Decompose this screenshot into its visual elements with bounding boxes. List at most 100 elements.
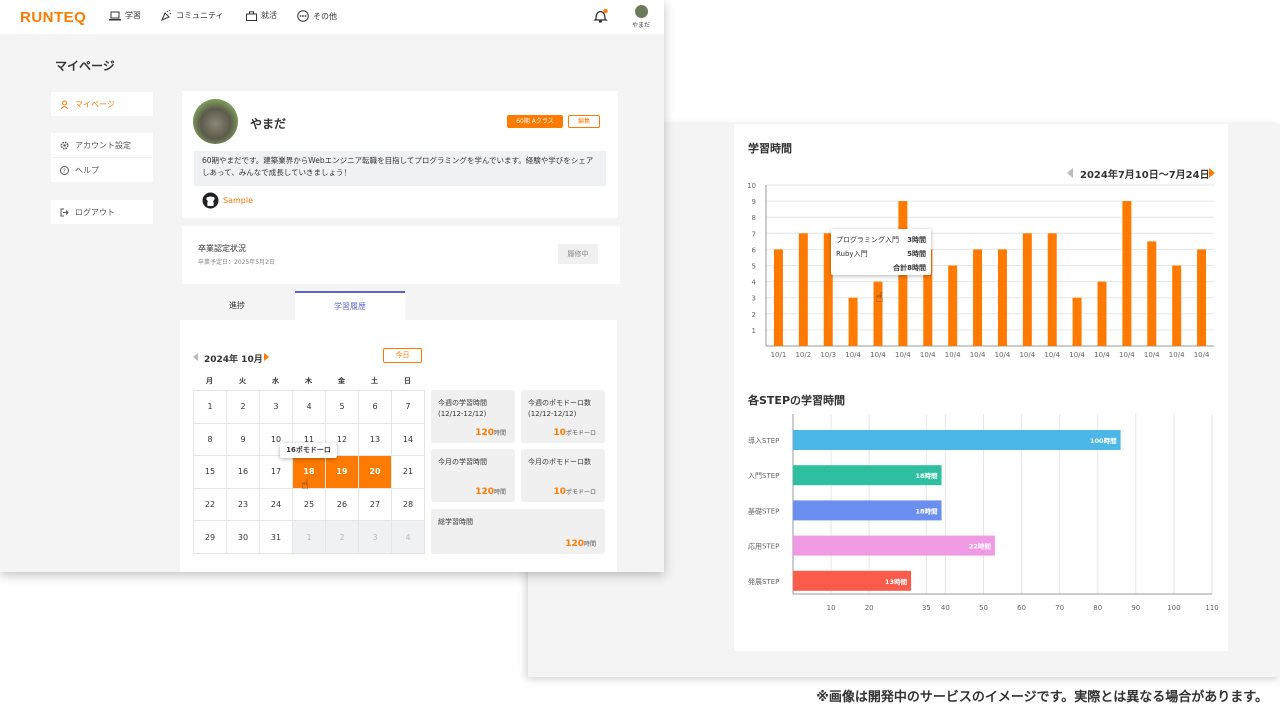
- day-cell[interactable]: 6: [358, 390, 392, 424]
- day-cell[interactable]: 13: [358, 422, 392, 457]
- y-tick-label: 基礎STEP: [748, 506, 779, 515]
- logo[interactable]: RUNTEQ: [20, 9, 86, 26]
- top-bar: RUNTEQ 学習 コミュニティ 就活 その他 やまだ: [0, 0, 664, 34]
- x-tick-label: 10/1: [771, 351, 787, 359]
- stat-total-time: 総学習時間 120時間: [431, 509, 605, 554]
- y-tick-label: 4: [752, 279, 757, 287]
- cursor-icon: ☝: [875, 290, 884, 306]
- stat-label: 今週のポモドーロ数: [528, 399, 591, 407]
- x-tick-label: 10/4: [945, 351, 961, 359]
- day-cell-highlight[interactable]: 20: [358, 455, 392, 489]
- y-tick-label: 9: [752, 198, 756, 206]
- day-cell-next-month[interactable]: 1: [292, 520, 326, 554]
- tooltip-row-2-name: Ruby入門: [836, 250, 868, 258]
- tab-progress[interactable]: 進捗: [182, 291, 292, 320]
- svg-text:?: ?: [63, 168, 66, 175]
- day-cell[interactable]: 16: [226, 455, 260, 489]
- tab-history[interactable]: 学習履歴: [295, 291, 405, 320]
- day-cell[interactable]: 8: [193, 422, 227, 457]
- dow-sun: 日: [404, 377, 411, 385]
- day-cell-highlight[interactable]: 18: [292, 455, 326, 489]
- cursor-icon: ☝: [301, 478, 309, 493]
- x-tick-label: 20: [865, 604, 874, 612]
- bar: [997, 249, 1007, 346]
- x-tick-label: 10/4: [995, 351, 1011, 359]
- day-cell-highlight[interactable]: 19: [325, 455, 359, 489]
- day-cell[interactable]: 9: [226, 422, 260, 457]
- stat-unit: 時間: [493, 430, 506, 437]
- day-cell[interactable]: 29: [193, 520, 227, 554]
- day-cell[interactable]: 22: [193, 487, 227, 522]
- day-cell[interactable]: 26: [325, 487, 359, 522]
- sidebar-item-help[interactable]: ? ヘルプ: [51, 158, 153, 182]
- nav-community[interactable]: コミュニティ: [161, 10, 224, 21]
- github-icon[interactable]: [202, 192, 219, 213]
- day-cell[interactable]: 15: [193, 455, 227, 489]
- x-tick-label: 100: [1167, 604, 1180, 612]
- stat-value: 120: [475, 487, 494, 497]
- stat-unit: ポモドーロ: [565, 489, 596, 496]
- bell-icon[interactable]: [593, 8, 608, 28]
- range-prev-button[interactable]: [1067, 168, 1073, 178]
- sidebar-item-mypage[interactable]: マイページ: [51, 92, 153, 116]
- x-tick-label: 10/4: [1119, 351, 1135, 359]
- today-button[interactable]: 今日: [383, 348, 422, 363]
- y-tick-label: 2: [752, 311, 756, 319]
- stat-sub: (12/12-12/12): [528, 410, 577, 418]
- day-cell[interactable]: 28: [391, 487, 425, 522]
- day-cell[interactable]: 2: [226, 390, 260, 424]
- briefcase-icon: [246, 10, 257, 21]
- sidebar-item-account[interactable]: アカウント設定: [51, 133, 153, 157]
- month-prev-button[interactable]: [193, 353, 198, 361]
- day-cell[interactable]: 5: [325, 390, 359, 424]
- github-link[interactable]: Sample: [223, 196, 253, 205]
- day-cell[interactable]: 3: [259, 390, 293, 424]
- day-cell[interactable]: 14: [391, 422, 425, 457]
- day-cell[interactable]: 4: [292, 390, 326, 424]
- sidebar-item-logout[interactable]: ログアウト: [51, 200, 153, 224]
- stat-label: 今月の学習時間: [438, 458, 487, 466]
- graduation-title: 卒業認定状況: [198, 244, 246, 253]
- profile-name: やまだ: [250, 117, 287, 131]
- day-cell[interactable]: 30: [226, 520, 260, 554]
- bar: [1072, 297, 1082, 346]
- avatar[interactable]: [635, 5, 648, 18]
- x-tick-label: 10/4: [1169, 351, 1185, 359]
- nav-study[interactable]: 学習: [109, 10, 141, 21]
- dow-fri: 金: [338, 377, 345, 385]
- day-cell-next-month[interactable]: 3: [358, 520, 392, 554]
- day-cell[interactable]: 7: [391, 390, 425, 424]
- stat-label: 今月のポモドーロ数: [528, 458, 591, 466]
- x-tick-label: 35: [922, 604, 931, 612]
- dow-mon: 月: [206, 377, 213, 385]
- x-tick-label: 10/4: [920, 351, 936, 359]
- day-cell-next-month[interactable]: 4: [391, 520, 425, 554]
- day-cell[interactable]: 1: [193, 390, 227, 424]
- day-cell[interactable]: 24: [259, 487, 293, 522]
- logout-icon: [60, 208, 69, 216]
- nav-more[interactable]: その他: [297, 10, 337, 22]
- day-cell[interactable]: 21: [391, 455, 425, 489]
- day-cell[interactable]: 17: [259, 455, 293, 489]
- day-cell-next-month[interactable]: 2: [325, 520, 359, 554]
- bar: [793, 535, 995, 556]
- profile-bio: 60期やまだです。建築業界からWebエンジニア転職を目指してプログラミングを学ん…: [194, 151, 606, 186]
- stat-label: 今週の学習時間: [438, 399, 487, 407]
- day-cell[interactable]: 23: [226, 487, 260, 522]
- x-tick-label: 10/2: [795, 351, 811, 359]
- data-label: 100時間: [1090, 436, 1117, 445]
- month-next-button[interactable]: [264, 353, 269, 361]
- y-tick-label: 応用STEP: [748, 542, 779, 551]
- profile-avatar: [193, 99, 238, 144]
- edit-button[interactable]: 編集: [568, 115, 600, 128]
- x-tick-label: 10/4: [970, 351, 986, 359]
- graduation-date: 卒業予定日：2025年5月2日: [198, 259, 275, 266]
- day-cell[interactable]: 25: [292, 487, 326, 522]
- range-next-button[interactable]: [1209, 168, 1215, 178]
- stat-value: 10: [553, 428, 566, 438]
- day-cell[interactable]: 27: [358, 487, 392, 522]
- bar: [773, 249, 783, 346]
- day-cell[interactable]: 31: [259, 520, 293, 554]
- data-label: 18時間: [916, 506, 939, 515]
- nav-job[interactable]: 就活: [246, 10, 277, 21]
